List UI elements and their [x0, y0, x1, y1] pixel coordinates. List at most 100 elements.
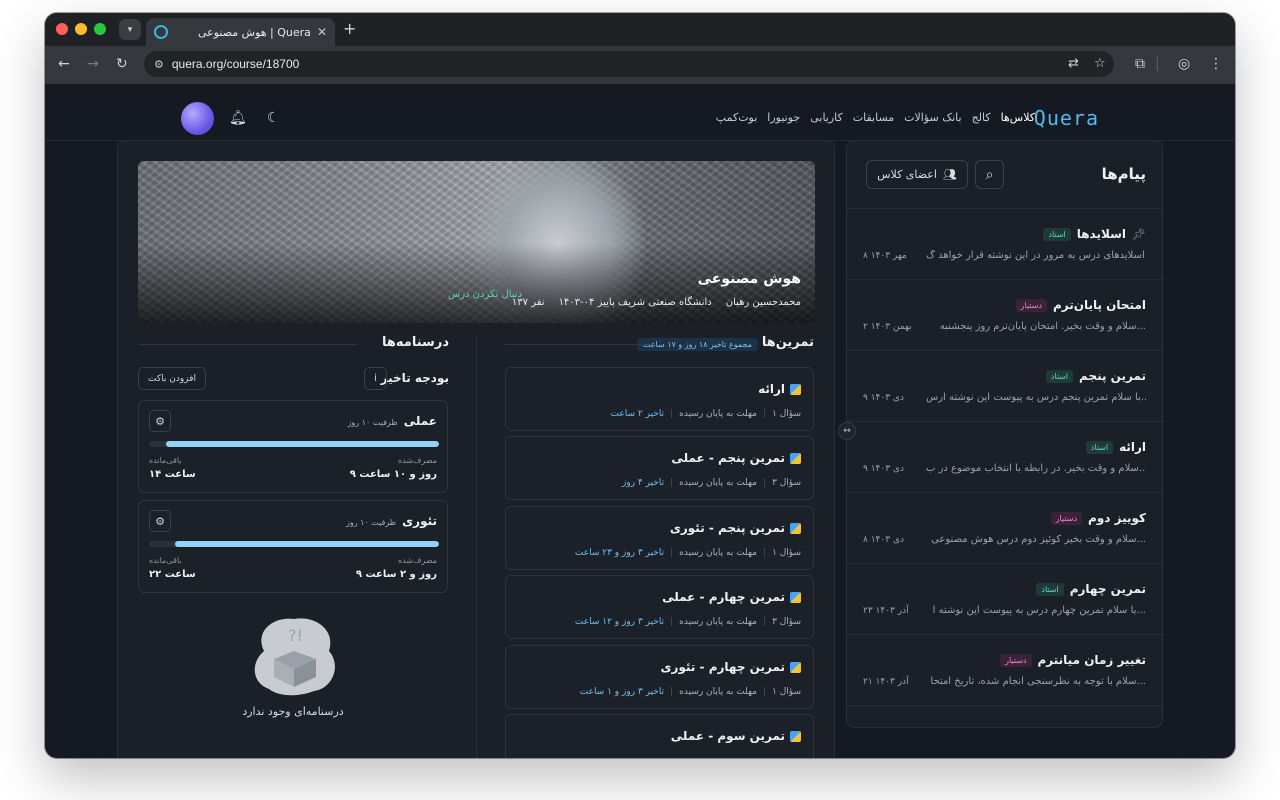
- message-preview: اسلایدهای درس به مرور در این نوشته قرار …: [926, 250, 1146, 261]
- site-settings-icon[interactable]: ⚙: [154, 58, 164, 71]
- minimize-window-button[interactable]: [75, 23, 87, 35]
- bucket-progress-track: [149, 441, 439, 447]
- exercise-card[interactable]: تمرین چهارم - تئوری ۱ سؤال | مهلت به پایان…: [505, 645, 814, 709]
- used-label: مصرف‌شده: [397, 556, 437, 565]
- course-banner: هوش مصنوعی محمدحسین رهبان دانشگاه صنعتی …: [138, 161, 815, 323]
- quera-logo[interactable]: Quera: [1034, 106, 1099, 130]
- delay-bucket: تئوری ظرفیت ۱۰ روز ⚙ مصرف‌شده باقی‌مانده …: [138, 500, 448, 593]
- menu-kebab-icon[interactable]: ⋮: [1209, 56, 1223, 72]
- add-bucket-button[interactable]: افزودن باکت: [138, 367, 206, 390]
- role-badge: دستیار: [1015, 298, 1047, 312]
- deadline-status: مهلت به پایان رسیده: [679, 617, 758, 627]
- exercise-icon: [790, 522, 801, 534]
- bucket-settings-button[interactable]: ⚙: [149, 410, 171, 432]
- unfollow-course-link[interactable]: دنبال نکردن درس: [448, 289, 522, 300]
- close-window-button[interactable]: [56, 23, 68, 35]
- avatar[interactable]: [181, 102, 214, 135]
- nav-college[interactable]: کالج: [972, 111, 991, 124]
- course-meta: محمدحسین رهبان دانشگاه صنعتی شریف پاییز …: [512, 297, 801, 308]
- exercise-card[interactable]: تمرین چهارم - عملی ۳ سؤال | مهلت به پایان …: [505, 575, 814, 639]
- svg-text:?!: ?!: [288, 626, 303, 645]
- translate-icon[interactable]: ⇄: [1068, 56, 1079, 71]
- panel-resize-handle[interactable]: ↔: [838, 422, 856, 440]
- message-date: ۲ بهمن ۱۴۰۳: [863, 322, 912, 332]
- bookmark-star-icon[interactable]: ☆: [1094, 56, 1106, 71]
- message-item[interactable]: تمرین پنجم استاد با سلام تمرین پنجم درس ب…: [847, 351, 1162, 422]
- nav-question-bank[interactable]: بانک سؤالات: [904, 111, 961, 124]
- users-icon: 👥︎: [942, 168, 957, 181]
- nav-bootcamp[interactable]: بوت‌کمپ: [716, 111, 758, 124]
- nav-juniora[interactable]: جونیورا: [767, 111, 800, 124]
- exercise-delay: تاخیر ۴ روز: [622, 478, 665, 488]
- nav-jobs[interactable]: کاریابی: [810, 111, 843, 124]
- message-title: تمرین چهارم: [1069, 582, 1146, 596]
- role-badge: استاد: [1045, 369, 1074, 383]
- exercises-title: تمرین‌ها: [761, 335, 814, 350]
- browser-tab[interactable]: هوش مصنوعی | Quera ✕: [146, 18, 335, 46]
- exercise-card[interactable]: تمرین پنجم - عملی ۳ سؤال | مهلت به پایان ر…: [505, 436, 814, 500]
- tab-strip: ▾ هوش مصنوعی | Quera ✕ +: [45, 13, 1235, 46]
- tab-search-button[interactable]: ▾: [119, 19, 141, 40]
- column-divider: [476, 336, 477, 758]
- close-tab-icon[interactable]: ✕: [317, 25, 327, 39]
- message-item[interactable]: کوییز دوم دستیار سلام و وقت بخیر کوئیز دو…: [847, 493, 1162, 564]
- bucket-progress-fill: [166, 441, 439, 447]
- meta-separator: |: [670, 548, 674, 558]
- bucket-progress-track: [149, 541, 439, 547]
- meta-separator: |: [763, 478, 767, 488]
- exercise-delay: تاخیر ۲ ساعت: [610, 409, 665, 419]
- question-count: ۱ سؤال: [772, 409, 801, 419]
- bucket-name: تئوری: [402, 514, 437, 528]
- delay-budget-title: بودجه تاخیر: [380, 371, 449, 385]
- remaining-label: باقی‌مانده: [149, 456, 182, 465]
- message-item[interactable]: تغییر زمان میانترم دستیار سلام با توجه به…: [847, 635, 1162, 706]
- site-header: 🔔︎ ☾ کلاس‌ها کالج بانک سؤالات مسابقات کا…: [45, 84, 1235, 141]
- bucket-settings-button[interactable]: ⚙: [149, 510, 171, 532]
- message-item[interactable]: امتحان پایان‌ترم دستیار سلام و وقت بخیر. …: [847, 280, 1162, 351]
- role-badge: دستیار: [1050, 511, 1083, 525]
- pin-icon: 📌︎: [1132, 227, 1146, 241]
- exercise-title: تمرین چهارم - عملی: [662, 590, 785, 604]
- search-icon: ⌕: [985, 166, 994, 183]
- remaining-value: ۲۲ ساعت: [149, 569, 196, 580]
- message-item[interactable]: تمرین چهارم استاد با سلام تمرین چهارم درس…: [847, 564, 1162, 635]
- chevron-down-icon: ▾: [127, 24, 133, 35]
- role-badge: دستیار: [1000, 653, 1032, 667]
- message-item[interactable]: 📌︎ اسلایدها استاد اسلایدهای درس به مرور در…: [847, 209, 1162, 280]
- search-messages-button[interactable]: ⌕: [975, 160, 1004, 189]
- moon-icon[interactable]: ☾: [267, 110, 280, 126]
- message-preview: با سلام تمرین پنجم درس به پیوست این نوشت…: [926, 392, 1146, 403]
- class-members-button[interactable]: اعضای کلاس 👥︎: [866, 160, 968, 189]
- maximize-window-button[interactable]: [94, 23, 106, 35]
- exercise-icon: [790, 383, 801, 395]
- address-bar[interactable]: ⚙ quera.org/course/18700 ⇄ ☆: [144, 51, 1114, 77]
- used-label: مصرف‌شده: [397, 456, 437, 465]
- budget-info-button[interactable]: i: [364, 367, 387, 390]
- meta-separator: |: [670, 617, 674, 627]
- nav-contests[interactable]: مسابقات: [853, 111, 894, 124]
- syllabus-title: درسنامه‌ها: [382, 335, 449, 350]
- course-instructor: محمدحسین رهبان: [725, 297, 801, 308]
- message-item[interactable]: ارائه استاد سلام و وقت بخیر. در رابطه با …: [847, 422, 1162, 493]
- bucket-capacity: ظرفیت ۱۰ روز: [346, 518, 397, 527]
- extensions-icon[interactable]: ⧉: [1135, 56, 1145, 72]
- forward-arrow-icon[interactable]: →: [87, 56, 99, 72]
- message-date: ۹ دی ۱۴۰۳: [863, 393, 904, 403]
- exercise-card[interactable]: ارائه ۱ سؤال | مهلت به پایان رسیده | تاخیر ۲…: [505, 367, 814, 431]
- bell-icon[interactable]: 🔔︎: [229, 110, 247, 126]
- profile-icon[interactable]: ◎: [1178, 56, 1190, 72]
- exercise-title: تمرین چهارم - تئوری: [660, 660, 785, 674]
- message-title: تمرین پنجم: [1079, 369, 1146, 383]
- used-value: ۹ روز و ۱۰ ساعت: [349, 469, 437, 480]
- exercise-delay: تاخیر ۳ روز و ۱۲ ساعت: [574, 617, 665, 627]
- new-tab-button[interactable]: +: [343, 19, 356, 38]
- exercise-icon: [790, 661, 801, 673]
- messages-header: پیام‌ها ⌕ اعضای کلاس 👥︎: [847, 141, 1162, 209]
- exercise-card[interactable]: تمرین پنجم - تئوری ۱ سؤال | مهلت به پایان …: [505, 506, 814, 570]
- exercise-title: تمرین سوم - عملی: [670, 729, 785, 743]
- back-arrow-icon[interactable]: ←: [58, 56, 70, 72]
- reload-icon[interactable]: ↻: [116, 56, 128, 72]
- browser-toolbar: ← → ↻ ⚙ quera.org/course/18700 ⇄ ☆ ⧉ | ◎…: [45, 46, 1235, 84]
- exercise-card[interactable]: تمرین سوم - عملی: [505, 714, 814, 758]
- nav-classes[interactable]: کلاس‌ها: [1001, 111, 1035, 124]
